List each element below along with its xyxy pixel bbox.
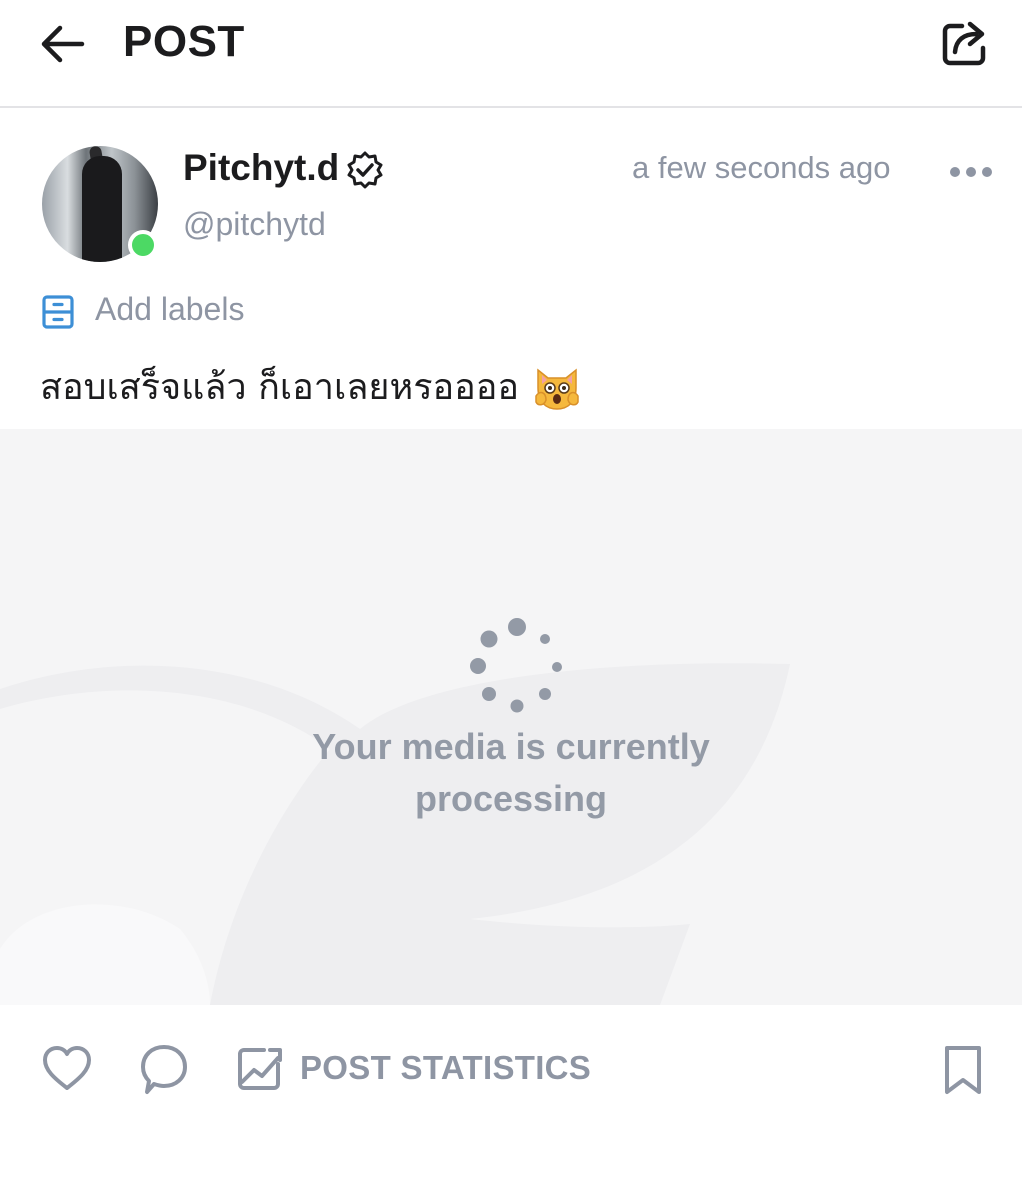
author-handle[interactable]: @pitchytd [183,204,326,244]
add-labels-link[interactable]: Add labels [95,288,244,330]
post-timestamp: a few seconds ago [632,150,891,185]
media-background-watermark [0,663,790,1005]
post-statistics-label: POST STATISTICS [300,1049,592,1086]
more-options-button[interactable] [946,156,996,188]
bookmark-button[interactable] [938,1042,988,1098]
like-button[interactable] [40,1042,94,1096]
label-cabinet-icon [42,295,74,329]
media-processing-placeholder: Your media is currently processing [0,429,1022,1005]
online-status-dot [128,230,158,260]
verified-badge-icon [347,151,383,189]
post-action-bar: POST STATISTICS [0,1006,1022,1126]
comment-button[interactable] [137,1042,191,1096]
media-processing-message: Your media is currently processing [0,721,1022,825]
top-app-bar: POST [0,0,1022,108]
image-chart-icon [238,1048,282,1090]
bookmark-icon [945,1046,981,1094]
back-button[interactable] [38,18,90,70]
loading-spinner-icon [470,618,562,713]
speech-bubble-icon [141,1045,187,1094]
heart-icon [43,1046,91,1090]
author-display-name[interactable]: Pitchyt.d [183,146,339,190]
weary-cat-emoji-icon [535,368,579,410]
arrow-left-icon [41,25,85,63]
page-title: POST [123,17,245,66]
more-horizontal-icon [950,167,992,177]
share-button[interactable] [938,14,994,70]
post-statistics-button[interactable]: POST STATISTICS [234,1040,594,1096]
avatar-figure [82,156,122,262]
share-icon [942,21,986,66]
media-processing-text: Your media is currently processing [312,726,710,819]
post-body-text: สอบเสร็จแล้ว ก็เอาเลยหรออออ [40,367,520,408]
